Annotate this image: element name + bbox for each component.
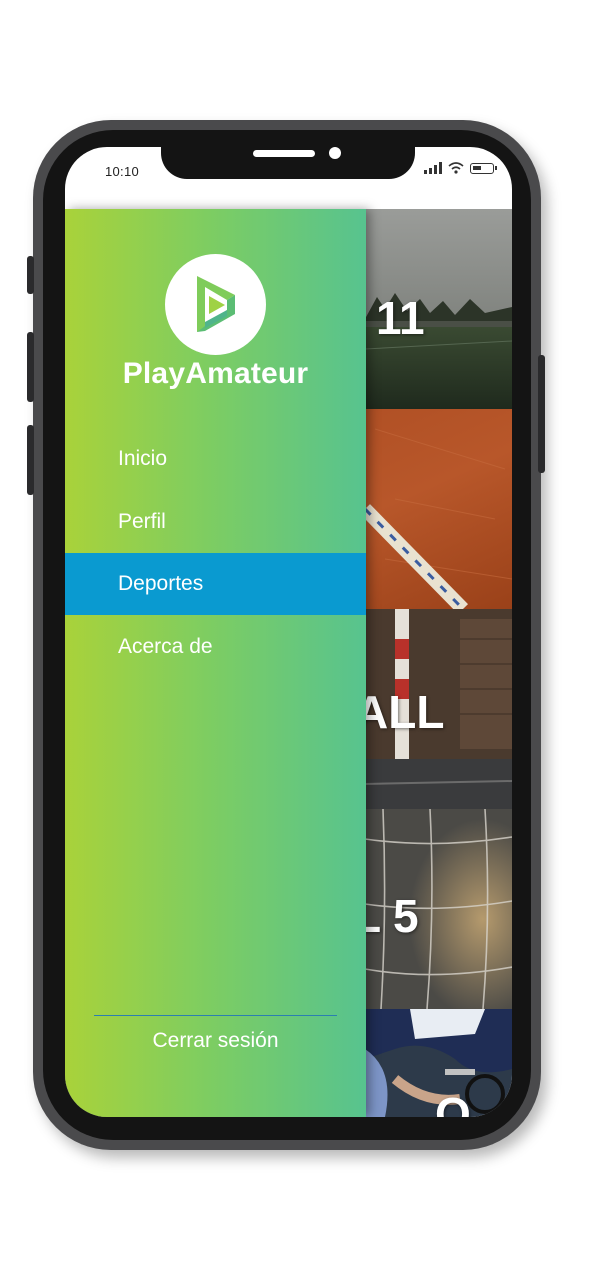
brand-name: PlayAmateur: [122, 357, 309, 390]
volume-down-button: [27, 425, 34, 495]
navigation-drawer: PlayAmateur Inicio Perfil Deportes Acerc…: [65, 209, 366, 1117]
sport-card-title: 11: [376, 292, 425, 344]
app-screen: 10:10 11 ALL L 5 O PlayAmateur Inicio Pe…: [65, 147, 512, 1117]
status-time: 10:10: [105, 164, 140, 179]
sport-card-title: O: [435, 1088, 471, 1117]
status-icons: [424, 162, 497, 174]
menu-item-label: Deportes: [118, 572, 204, 595]
mute-switch: [27, 256, 34, 294]
speaker-grille: [253, 150, 315, 157]
play-logo-icon: [197, 276, 235, 332]
menu-item-label: Perfil: [118, 510, 166, 533]
wifi-icon: [448, 162, 464, 174]
menu-item-inicio[interactable]: Inicio: [65, 428, 366, 490]
menu-item-label: Inicio: [118, 447, 168, 470]
logout-button[interactable]: Cerrar sesión: [65, 1024, 366, 1058]
signal-icon: [424, 162, 442, 174]
battery-icon: [470, 162, 497, 174]
menu-item-perfil[interactable]: Perfil: [65, 491, 366, 553]
logout-divider: [94, 1015, 337, 1016]
front-camera: [329, 147, 341, 159]
playamateur-logo: [165, 254, 266, 355]
sport-card-title: ALL: [355, 686, 445, 738]
power-button: [538, 355, 545, 473]
menu-item-acerca-de[interactable]: Acerca de: [65, 616, 366, 678]
volume-up-button: [27, 332, 34, 402]
notch: [161, 147, 415, 179]
menu-item-label: Acerca de: [118, 635, 213, 658]
menu-item-deportes[interactable]: Deportes: [65, 553, 366, 615]
